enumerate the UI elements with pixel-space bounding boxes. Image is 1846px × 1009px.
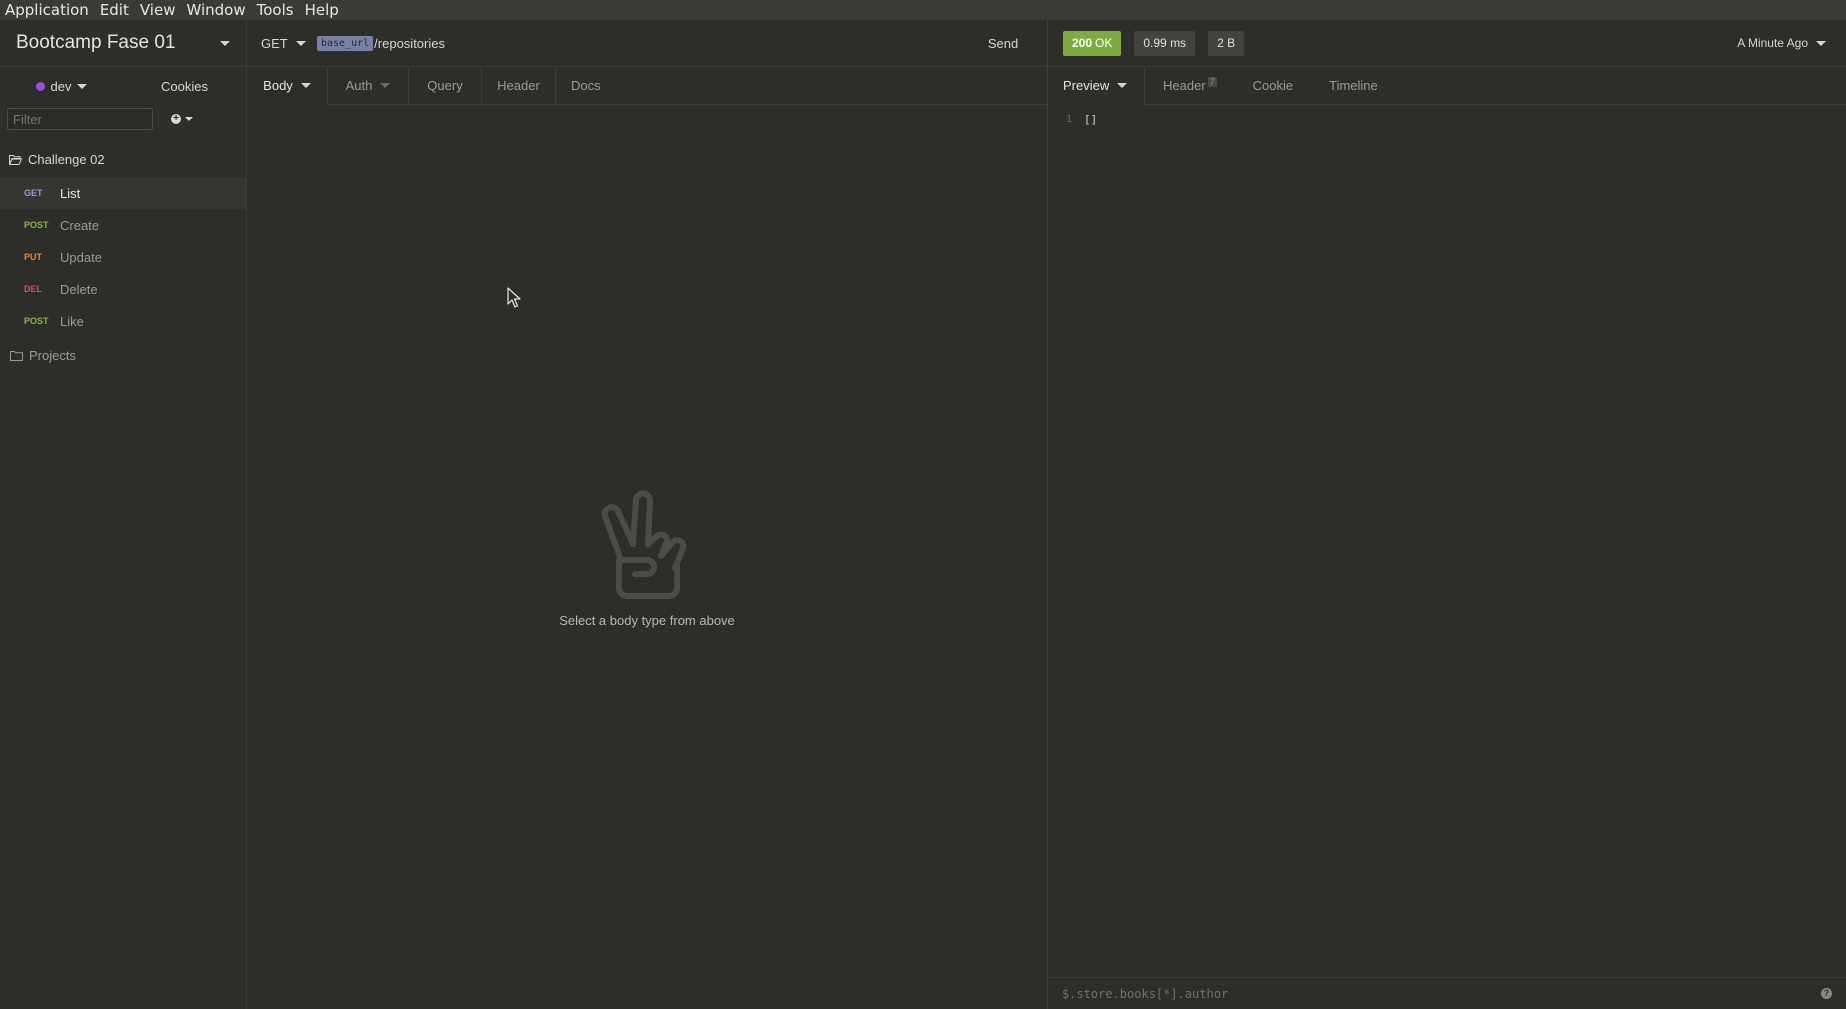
peace-hand-icon bbox=[601, 490, 687, 599]
mouse-cursor-icon bbox=[507, 287, 521, 308]
tab-response-header[interactable]: Header 7 bbox=[1145, 67, 1235, 104]
menu-window[interactable]: Window bbox=[181, 1, 251, 19]
folder-icon bbox=[10, 350, 23, 361]
tab-label: Body bbox=[263, 78, 293, 93]
status-text: OK bbox=[1095, 36, 1113, 50]
folder-label: Challenge 02 bbox=[28, 151, 105, 167]
sidebar-request-create[interactable]: POST Create bbox=[0, 209, 246, 241]
sidebar-request-update[interactable]: PUT Update bbox=[0, 241, 246, 273]
empty-state-message: Select a body type from above bbox=[559, 613, 735, 628]
environment-label: dev bbox=[50, 78, 72, 94]
header-count-badge: 7 bbox=[1207, 76, 1217, 87]
chevron-down-icon bbox=[295, 40, 306, 46]
tab-label: Preview bbox=[1063, 78, 1110, 93]
folder-challenge-02[interactable]: Challenge 02 bbox=[0, 141, 246, 177]
time-ago-label: A Minute Ago bbox=[1737, 36, 1808, 50]
response-pane: 200 OK 0.99 ms 2 B A Minute Ago Preview … bbox=[1048, 20, 1846, 1009]
status-code: 200 bbox=[1072, 36, 1093, 50]
cookies-button[interactable]: Cookies bbox=[123, 79, 246, 94]
response-history-dropdown[interactable]: A Minute Ago bbox=[1737, 36, 1826, 50]
method-badge: GET bbox=[24, 188, 43, 198]
request-name: List bbox=[60, 185, 81, 201]
environment-row: dev Cookies bbox=[0, 67, 246, 105]
tab-body[interactable]: Body bbox=[247, 67, 328, 105]
request-name: Delete bbox=[60, 281, 98, 297]
sidebar-request-delete[interactable]: DEL Delete bbox=[0, 273, 246, 305]
plus-circle-icon: + bbox=[171, 114, 181, 124]
tab-label: Header bbox=[497, 78, 540, 93]
menu-application[interactable]: Application bbox=[0, 1, 95, 19]
method-selector[interactable]: GET bbox=[247, 36, 315, 51]
tab-preview[interactable]: Preview bbox=[1048, 67, 1145, 105]
request-tabs: Body Auth Query Header Docs bbox=[247, 67, 1047, 105]
body-empty-state: Select a body type from above bbox=[247, 490, 1047, 628]
response-time-badge: 0.99 ms bbox=[1134, 30, 1196, 56]
response-filter-input[interactable]: $.store.books[*].author bbox=[1048, 987, 1821, 1001]
request-name: Update bbox=[60, 249, 102, 265]
url-path: /repositories bbox=[374, 35, 445, 51]
tab-label: Header bbox=[1163, 78, 1206, 93]
menu-bar: Application Edit View Window Tools Help bbox=[0, 0, 1846, 20]
method-label: GET bbox=[261, 35, 288, 51]
sidebar-request-list[interactable]: GET List bbox=[0, 177, 246, 209]
add-item-button[interactable]: + bbox=[171, 114, 193, 124]
filter-row: + bbox=[0, 105, 246, 133]
menu-tools[interactable]: Tools bbox=[252, 1, 300, 19]
response-body-line: 1 [] bbox=[1048, 108, 1846, 130]
tab-label: Timeline bbox=[1329, 78, 1378, 93]
response-status-bar: 200 OK 0.99 ms 2 B A Minute Ago bbox=[1048, 20, 1846, 67]
status-badge: 200 OK bbox=[1063, 30, 1122, 56]
help-icon[interactable]: ? bbox=[1821, 988, 1832, 999]
tab-label: Docs bbox=[571, 78, 601, 93]
line-content: [] bbox=[1084, 112, 1098, 126]
chevron-down-icon bbox=[300, 83, 311, 88]
url-input[interactable]: base_url /repositories bbox=[317, 35, 972, 51]
method-badge: POST bbox=[24, 220, 49, 230]
tab-docs[interactable]: Docs bbox=[556, 67, 616, 104]
request-name: Like bbox=[60, 313, 84, 329]
menu-view[interactable]: View bbox=[135, 1, 182, 19]
chevron-down-icon bbox=[77, 83, 88, 89]
menu-edit[interactable]: Edit bbox=[95, 1, 135, 19]
chevron-down-icon bbox=[380, 83, 391, 88]
response-filter-bar[interactable]: $.store.books[*].author ? bbox=[1048, 977, 1846, 1009]
url-bar: GET base_url /repositories Send bbox=[247, 20, 1047, 67]
url-variable-tag[interactable]: base_url bbox=[317, 35, 374, 51]
tab-auth[interactable]: Auth bbox=[328, 67, 409, 104]
workspace-selector[interactable]: Bootcamp Fase 01 bbox=[0, 20, 246, 67]
folder-projects[interactable]: Projects bbox=[0, 337, 246, 373]
tab-header[interactable]: Header bbox=[482, 67, 556, 104]
response-size-badge: 2 B bbox=[1208, 30, 1245, 56]
sidebar-filter-input[interactable] bbox=[7, 108, 153, 130]
environment-selector[interactable]: dev bbox=[0, 79, 123, 94]
method-badge: PUT bbox=[24, 252, 42, 262]
folder-open-icon bbox=[9, 154, 22, 165]
environment-color-dot bbox=[35, 81, 45, 91]
request-name: Create bbox=[60, 217, 100, 233]
tab-label: Cookie bbox=[1252, 78, 1294, 93]
sidebar: Bootcamp Fase 01 dev Cookies + Challenge… bbox=[0, 20, 247, 1009]
request-pane: GET base_url /repositories Send Body Aut… bbox=[247, 20, 1048, 1009]
tab-label: Auth bbox=[345, 78, 373, 93]
tab-label: Query bbox=[427, 78, 463, 93]
line-number: 1 bbox=[1065, 113, 1072, 125]
send-button[interactable]: Send bbox=[972, 36, 1034, 51]
chevron-down-icon bbox=[1117, 83, 1128, 88]
chevron-down-icon bbox=[220, 40, 230, 46]
tab-cookie[interactable]: Cookie bbox=[1235, 67, 1311, 104]
workspace-title: Bootcamp Fase 01 bbox=[16, 32, 176, 53]
chevron-down-icon bbox=[1816, 40, 1826, 46]
chevron-down-icon bbox=[185, 117, 193, 121]
folder-label: Projects bbox=[29, 347, 76, 363]
method-badge: DEL bbox=[24, 284, 42, 294]
method-badge: POST bbox=[24, 316, 49, 326]
response-tabs: Preview Header 7 Cookie Timeline bbox=[1048, 67, 1846, 105]
sidebar-request-like[interactable]: POST Like bbox=[0, 305, 246, 337]
tab-timeline[interactable]: Timeline bbox=[1311, 67, 1396, 104]
menu-help[interactable]: Help bbox=[300, 1, 345, 19]
tab-query[interactable]: Query bbox=[409, 67, 482, 104]
